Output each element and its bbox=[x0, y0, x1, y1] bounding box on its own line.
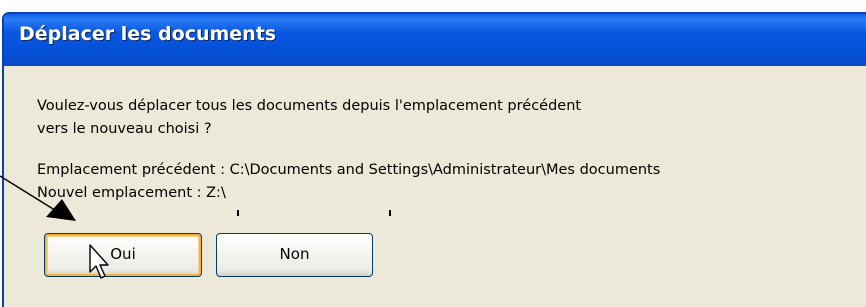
mouse-pointer-icon bbox=[89, 244, 109, 279]
new-location-text: Nouvel emplacement : Z:\ bbox=[37, 185, 226, 201]
yes-button[interactable]: Oui bbox=[44, 233, 202, 277]
dialog-titlebar[interactable]: Déplacer les documents bbox=[4, 14, 866, 66]
no-button[interactable]: Non bbox=[216, 233, 373, 277]
message-line-2: vers le nouveau choisi ? bbox=[37, 121, 212, 137]
artifact-dot bbox=[389, 210, 391, 216]
move-documents-dialog: Déplacer les documents Voulez-vous dépla… bbox=[2, 12, 866, 307]
artifact-dot bbox=[237, 210, 239, 216]
dialog-title: Déplacer les documents bbox=[19, 23, 277, 45]
screenshot-stage: Déplacer les documents Voulez-vous dépla… bbox=[0, 0, 866, 307]
previous-location-text: Emplacement précédent : C:\Documents and… bbox=[37, 162, 661, 178]
message-line-1: Voulez-vous déplacer tous les documents … bbox=[37, 98, 582, 114]
